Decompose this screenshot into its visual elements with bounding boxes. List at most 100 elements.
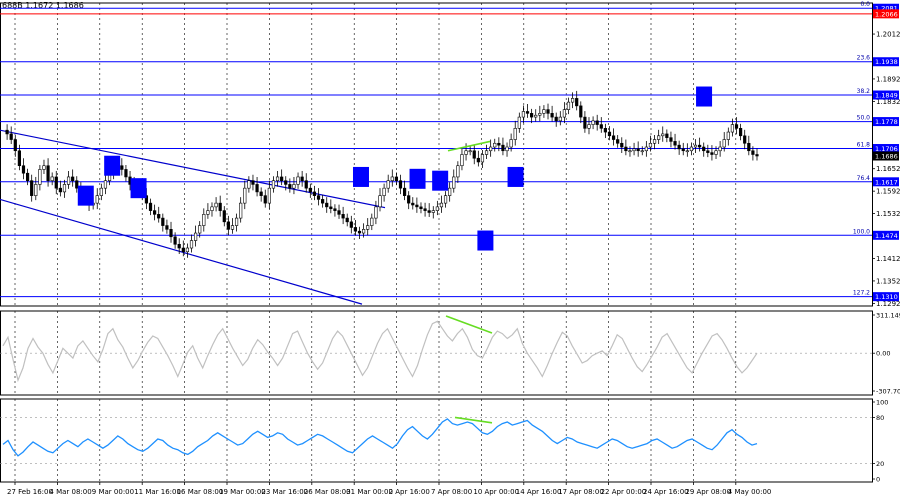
candle-body — [673, 141, 677, 146]
candle-body — [357, 230, 362, 234]
candle-body — [321, 199, 325, 204]
rsi-y-label: 20 — [876, 460, 884, 468]
candle-body — [75, 180, 79, 189]
candle-body — [702, 146, 706, 152]
candle-body — [337, 210, 341, 215]
candle-body — [554, 116, 558, 122]
candle-body — [575, 98, 579, 107]
x-tick-label: 23 Mar 16:00 — [261, 488, 308, 496]
highlight-box — [696, 86, 713, 107]
highlight-box — [477, 230, 494, 251]
candle-body — [657, 135, 661, 140]
candle-body — [5, 129, 9, 135]
candle-body — [599, 124, 603, 129]
fib-label: 127.2 — [853, 290, 870, 297]
candle-body — [17, 150, 21, 167]
candle-body — [234, 217, 239, 226]
cci-y-label: 0.00 — [876, 350, 890, 358]
x-tick-label: 2 Apr 16:00 — [389, 488, 430, 496]
x-tick-label: 16 Mar 08:00 — [177, 488, 224, 496]
chart-svg: 27 Feb 16:004 Mar 08:00 9 Mar 00:00 11 Mar… — [0, 1, 900, 496]
candle-body — [661, 133, 665, 137]
candle-body — [411, 202, 415, 206]
candle-body — [517, 116, 521, 129]
y-tick-label: 1.1412 — [876, 255, 900, 263]
rsi-y-label: 80 — [876, 414, 884, 422]
x-tick-label: 4 May 00:00 — [728, 488, 772, 496]
candle-body — [415, 204, 419, 208]
candle-body — [177, 243, 181, 249]
x-tick-label: 7 Apr 08:00 — [431, 488, 472, 496]
candle-body — [419, 206, 423, 210]
fib-label: 61.8 — [857, 142, 871, 149]
candle-body — [726, 131, 730, 140]
candle-body — [685, 150, 689, 153]
candle-body — [468, 150, 472, 153]
rsi-y-label: 0 — [876, 476, 880, 484]
candle-body — [173, 236, 177, 245]
candle-body — [25, 172, 30, 181]
candle-body — [591, 120, 595, 125]
candle-body — [607, 131, 612, 137]
candle-body — [13, 139, 17, 152]
fib-label: 38.2 — [857, 88, 871, 95]
cci-y-label: -307.704 — [876, 388, 900, 396]
candle-body — [34, 184, 38, 196]
candle-body — [169, 229, 173, 238]
candle-body — [427, 210, 431, 213]
candle-body — [226, 221, 230, 230]
candle-body — [452, 176, 456, 189]
candle-body — [9, 133, 13, 140]
candle-body — [181, 247, 185, 253]
candle-body — [489, 146, 493, 152]
candle-body — [382, 187, 386, 196]
fib-label: 50.0 — [857, 115, 871, 122]
fib-label: 76.4 — [857, 175, 871, 182]
candle-body — [50, 176, 54, 181]
candle-body — [570, 98, 575, 103]
candle-body — [103, 180, 108, 189]
candle-body — [710, 152, 714, 155]
candle-body — [312, 191, 317, 196]
candle-body — [538, 113, 542, 116]
x-tick-label: 24 Apr 16:00 — [643, 488, 689, 496]
candle-body — [30, 180, 34, 196]
fib-label: 23.6 — [857, 55, 871, 62]
candle-body — [370, 217, 374, 226]
candle-body — [157, 214, 161, 219]
candle-body — [222, 210, 226, 223]
x-tick-label: 29 Apr 08:00 — [685, 488, 731, 496]
candle-body — [325, 202, 329, 208]
candle-body — [206, 210, 210, 215]
candle-body — [165, 225, 169, 230]
level-price-label: 1.1617 — [875, 178, 898, 186]
level-price-label: 1.1474 — [875, 232, 898, 240]
candle-body — [38, 169, 42, 185]
candle-body — [402, 187, 407, 196]
candle-body — [665, 133, 669, 138]
candle-body — [644, 146, 648, 152]
x-tick-label: 10 Apr 00:00 — [473, 488, 519, 496]
candle-body — [730, 124, 735, 133]
candle-body — [587, 124, 591, 129]
candle-body — [386, 180, 390, 189]
y-tick-label: 1.1592 — [876, 188, 900, 196]
candle-body — [669, 137, 673, 142]
candle-body — [66, 176, 71, 185]
candle-body — [521, 111, 526, 118]
candle-body — [689, 146, 694, 152]
chart-container: 27 Feb 16:00 4 Mar 08:00 9 Mar 00:00 11 Mar… — [0, 0, 900, 500]
candle-body — [366, 225, 370, 230]
x-tick-label: 22 Apr 00:00 — [601, 488, 647, 496]
candle-body — [497, 142, 501, 146]
candle-body — [62, 184, 67, 193]
candle-body — [316, 195, 321, 200]
candle-body — [562, 109, 567, 118]
candle-body — [247, 180, 251, 189]
candle-body — [595, 120, 599, 125]
candle-body — [21, 165, 26, 174]
candle-body — [300, 176, 304, 181]
channel-upper-line — [0, 129, 386, 209]
candle-body — [341, 214, 345, 219]
x-tick-label: 14 Apr 16:00 — [516, 488, 562, 496]
